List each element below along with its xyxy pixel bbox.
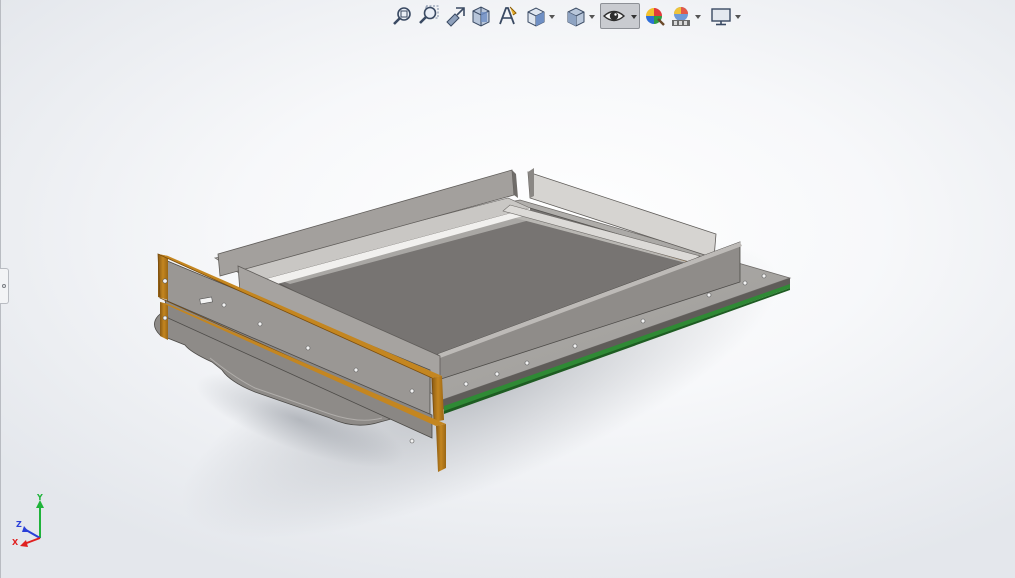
3d-model-assembly[interactable] (0, 0, 1015, 578)
coordinate-triad: Y Z X (12, 493, 52, 550)
triad-z-arrow-icon (22, 526, 29, 532)
triad-x-label: X (12, 538, 19, 547)
graphics-area[interactable]: Y Z X (0, 0, 1015, 578)
triad-y-label: Y (36, 494, 43, 502)
triad-svg: Y Z X (12, 493, 44, 547)
triad-z-label: Z (16, 520, 22, 529)
triad-x-arrow-icon (20, 540, 28, 547)
